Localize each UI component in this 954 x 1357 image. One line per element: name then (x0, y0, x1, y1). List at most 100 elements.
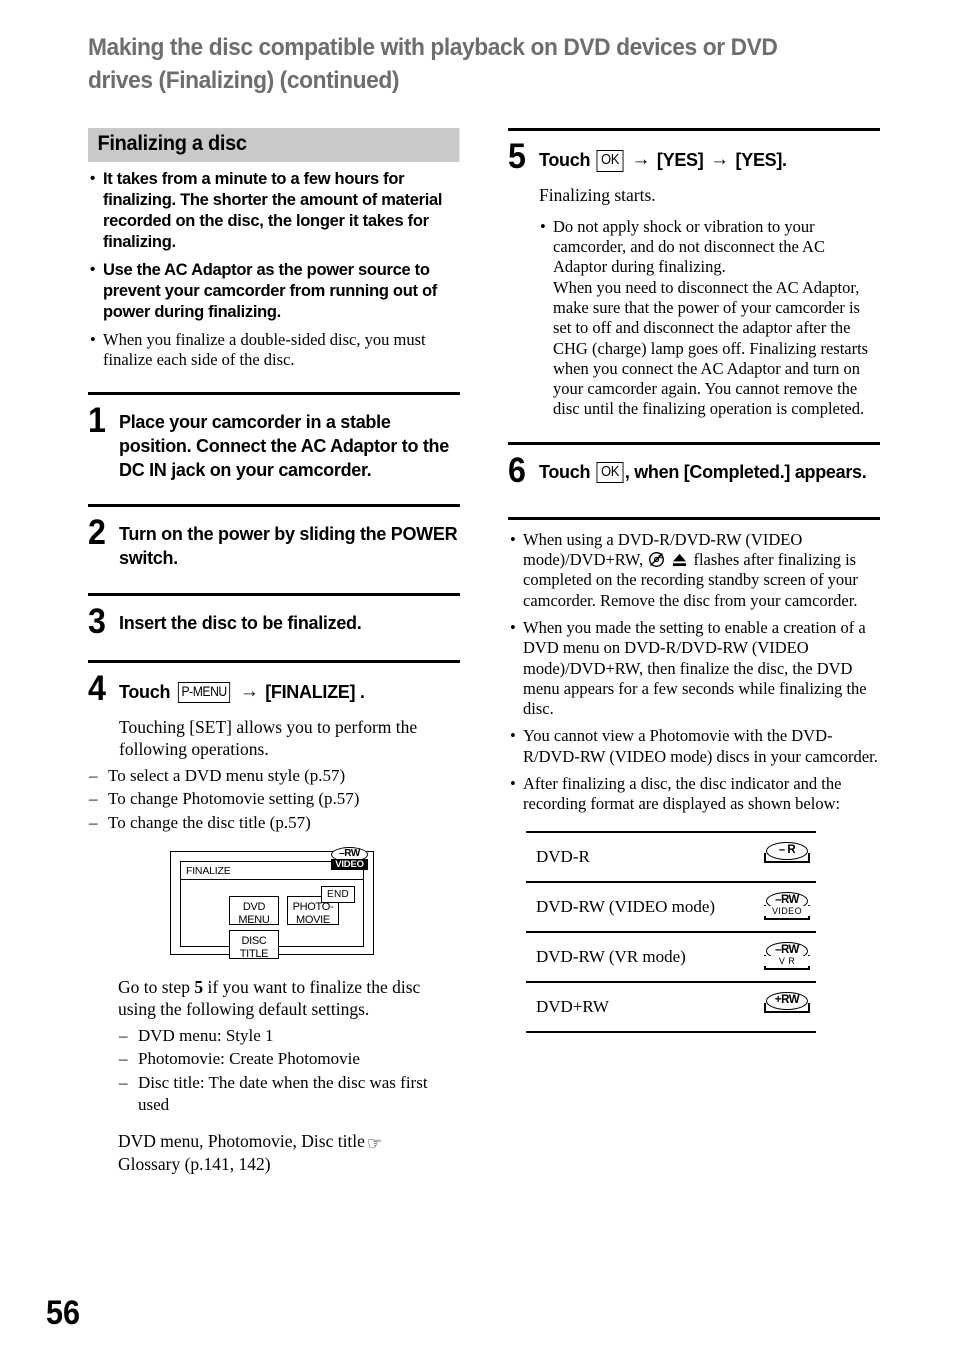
lcd-screen-diagram: FINALIZE DVD MENU PHOTO- MOVIE DISC TITL… (170, 847, 374, 960)
step-text: Touch P-MENU → [FINALIZE] . (119, 673, 460, 705)
list-item: To change the disc title (p.57) (88, 812, 460, 834)
disc-badge-cell: –RW VIDEO (746, 882, 816, 932)
arrow-icon: → (710, 149, 729, 170)
step-number: 5 (508, 137, 526, 176)
step-text: Touch OK → [YES] → [YES]. (539, 141, 880, 173)
left-column: Finalizing a disc It takes from a minute… (88, 128, 460, 1176)
step-suffix: , when [Completed.] appears. (624, 461, 867, 482)
lcd-button-label-line2: TITLE (239, 948, 269, 961)
step-suffix: [FINALIZE] . (265, 682, 365, 703)
goto-step-prefix: Go to step (118, 977, 190, 998)
section-header-finalizing-a-disc: Finalizing a disc (88, 128, 460, 162)
step-number: 2 (88, 513, 106, 553)
disc-badge-cell: –RW V R (746, 932, 816, 982)
lcd-button-label-line1: DVD (242, 901, 266, 914)
hand-pointing-icon: ☞ (366, 1134, 383, 1154)
disc-badge-dvd-r: – R (764, 841, 810, 872)
table-row: DVD-RW (VR mode) –RW V R (526, 931, 816, 982)
final-notes-list: When using a DVD-R/DVD-RW (VIDEO mode)/D… (508, 530, 880, 815)
divider (508, 128, 880, 131)
disc-indicator-icon: –RW VIDEO (330, 847, 370, 873)
badge-oval-label: +RW (766, 991, 808, 1010)
default-settings-list: DVD menu: Style 1 Photomovie: Create Pho… (118, 1025, 460, 1115)
ok-key-icon[interactable]: OK (596, 150, 624, 172)
disc-badge-cell: +RW (746, 982, 816, 1032)
arrow-icon: → (631, 149, 651, 170)
divider (508, 441, 880, 445)
divider (88, 592, 460, 596)
step-number: 4 (88, 669, 106, 709)
step-5: 5 Touch OK → [YES] → [YES]. (508, 137, 880, 176)
divider (508, 516, 880, 520)
step-middle: [YES] (656, 150, 704, 170)
step-suffix: [YES]. (735, 150, 788, 170)
disc-badge-dvd-plus-rw: +RW (764, 991, 810, 1022)
goto-step-number: 5 (194, 977, 204, 998)
badge-mode-label: V R (764, 955, 810, 966)
step-text: Touch OK, when [Completed.] appears. (539, 455, 880, 485)
step-4-options-list: To select a DVD menu style (p.57) To cha… (88, 765, 460, 834)
list-item: Photomovie: Create Photomovie (118, 1048, 460, 1070)
lcd-button-disc-title[interactable]: DISC TITLE (229, 930, 279, 961)
list-item: DVD menu: Style 1 (118, 1025, 460, 1047)
step-number: 6 (508, 450, 526, 490)
lcd-button-dvd-menu[interactable]: DVD MENU (229, 896, 279, 926)
table-row: DVD+RW +RW (526, 981, 816, 1032)
eject-icon (672, 552, 687, 567)
step-text: Turn on the power by sliding the POWER s… (119, 524, 458, 569)
lcd-button-label-line1: DISC (241, 935, 267, 948)
disc-type-label: DVD+RW (536, 996, 609, 1016)
disc-badge-dvd-rw-vr: –RW V R (764, 941, 810, 972)
table-row: DVD-R – R (526, 831, 816, 882)
disc-type-label: DVD-R (536, 846, 590, 866)
step-text: Insert the disc to be finalized. (119, 612, 362, 633)
lcd-button-end[interactable]: END (320, 886, 355, 904)
step-number: 3 (88, 601, 106, 641)
list-item: It takes from a minute to a few hours fo… (88, 169, 460, 253)
list-item: When you made the setting to enable a cr… (508, 618, 880, 719)
glossary-reference: DVD menu, Photomovie, Disc title ☞ Glossa… (118, 1131, 460, 1176)
table-row: DVD-RW (VIDEO mode) –RW VIDEO (526, 881, 816, 932)
disc-type-label: DVD-RW (VR mode) (536, 946, 686, 966)
disc-format-table: DVD-R – R DVD-RW (VIDEO mode) –RW VIDEO (526, 831, 816, 1033)
step-prefix: Touch (539, 461, 591, 482)
glossary-terms: DVD menu, Photomovie, Disc title (118, 1131, 365, 1152)
p-menu-key-icon[interactable]: P-MENU (177, 682, 231, 703)
step-6: 6 Touch OK, when [Completed.] appears. (508, 450, 880, 490)
list-item: When you finalize a double-sided disc, y… (88, 330, 460, 371)
list-item: When using a DVD-R/DVD-RW (VIDEO mode)/D… (508, 530, 880, 611)
divider (88, 504, 460, 508)
step-text: Place your camcorder in a stable positio… (119, 412, 449, 480)
step-number: 1 (88, 401, 106, 441)
step-2: 2 Turn on the power by sliding the POWER… (88, 513, 460, 571)
step-prefix: Touch (119, 682, 171, 703)
disc-badge-dvd-rw-video: –RW VIDEO (764, 891, 810, 922)
step-1: 1 Place your camcorder in a stable posit… (88, 401, 460, 482)
page-title: Making the disc compatible with playback… (88, 34, 778, 94)
glossary-page-ref: Glossary (p.141, 142) (118, 1154, 271, 1175)
list-item: Use the AC Adaptor as the power source t… (88, 260, 460, 323)
step-4-description: Touching [SET] allows you to perform the… (119, 717, 418, 760)
no-disc-icon (648, 551, 665, 568)
badge-oval-label: – R (766, 841, 808, 860)
disc-type-label: DVD-RW (VIDEO mode) (536, 896, 716, 916)
list-item: Disc title: The date when the disc was f… (118, 1072, 460, 1115)
list-item: After finalizing a disc, the disc indica… (508, 774, 880, 815)
right-column: 5 Touch OK → [YES] → [YES]. Finalizing s… (508, 128, 880, 1033)
step-5-description: Finalizing starts. (539, 185, 656, 206)
ok-key-icon[interactable]: OK (596, 461, 624, 484)
divider (88, 392, 460, 396)
intro-bold-bullet-list: It takes from a minute to a few hours fo… (88, 169, 460, 323)
disc-mode-label: VIDEO (331, 859, 368, 871)
intro-serif-bullet-list: When you finalize a double-sided disc, y… (88, 330, 460, 371)
badge-mode-label: VIDEO (764, 905, 810, 916)
list-item: You cannot view a Photomovie with the DV… (508, 726, 880, 767)
lcd-button-label-line2: MOVIE (296, 914, 330, 927)
divider (88, 660, 460, 664)
list-item: To select a DVD menu style (p.57) (88, 765, 460, 787)
page-number: 56 (46, 1294, 81, 1332)
step-3: 3 Insert the disc to be finalized. (88, 601, 460, 641)
lcd-inner-frame: FINALIZE DVD MENU PHOTO- MOVIE DISC TITL… (180, 861, 364, 960)
step-4: 4 Touch P-MENU → [FINALIZE] . (88, 669, 460, 709)
goto-step-note: Go to step 5 if you want to finalize the… (118, 977, 460, 1020)
